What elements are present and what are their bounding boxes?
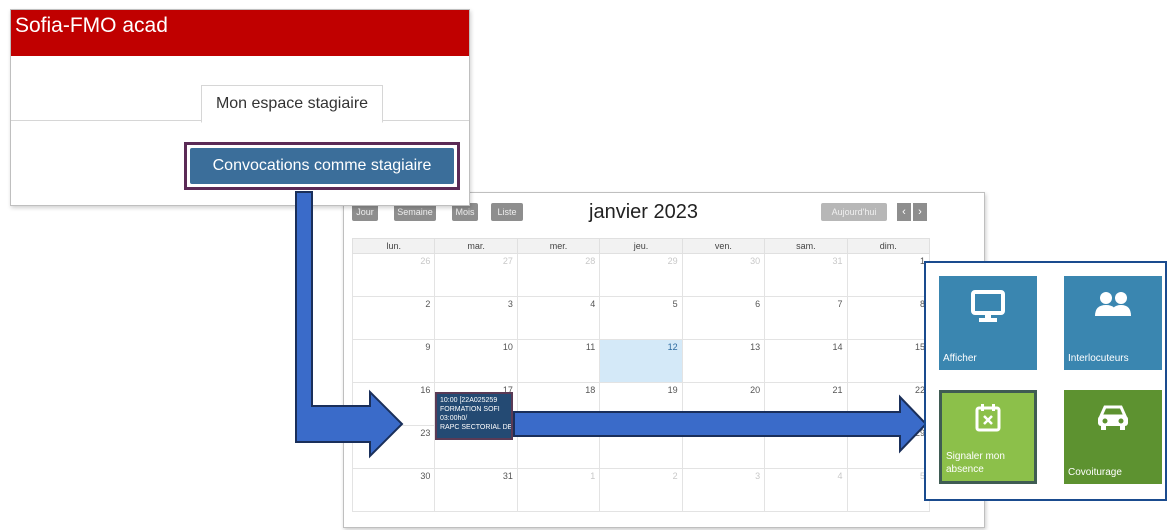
day-cell[interactable]: 31 — [764, 253, 848, 297]
day-cell[interactable]: 22 — [846, 382, 931, 426]
calendar-x-icon — [975, 404, 1001, 432]
day-cell[interactable]: 9 — [351, 339, 436, 383]
day-cell[interactable]: 29 — [599, 253, 683, 297]
day-cell[interactable]: 13 — [681, 339, 766, 383]
next-month-button[interactable]: › — [913, 203, 927, 221]
convocations-highlight: Convocations comme stagiaire — [184, 142, 460, 190]
event-line: 10:00 [22A025259 — [440, 397, 498, 404]
weekday-header: ven. — [681, 238, 766, 254]
day-cell[interactable]: 27 — [434, 253, 518, 297]
day-cell[interactable]: 21 — [764, 382, 848, 426]
car-icon — [1098, 405, 1128, 430]
event-actions-panel: Afficher Interlocuteurs Signaler mon abs… — [924, 261, 1167, 501]
day-cell[interactable]: 1 — [516, 468, 601, 512]
day-cell[interactable]: 2 — [351, 296, 436, 340]
day-cell[interactable]: 30 — [351, 468, 436, 512]
day-cell[interactable]: 23 — [351, 425, 436, 469]
day-cell-today[interactable]: 12 — [599, 339, 683, 383]
afficher-label: Afficher — [943, 353, 977, 364]
weekday-header: lun. — [351, 238, 436, 254]
day-cell[interactable]: 20 — [681, 382, 766, 426]
weekday-header: mer. — [516, 238, 601, 254]
interlocuteurs-tile[interactable]: Interlocuteurs — [1064, 276, 1162, 370]
weekday-header: dim. — [846, 238, 931, 254]
day-cell[interactable]: 30 — [681, 253, 766, 297]
event-line: 03:00h0/ — [440, 415, 468, 422]
app-title: Sofia-FMO acad — [15, 14, 168, 37]
week-row: 26 27 28 29 30 31 1 — [351, 253, 931, 297]
covoiturage-tile[interactable]: Covoiturage — [1064, 390, 1162, 484]
week-row: 9 10 11 12 13 14 15 — [351, 339, 931, 383]
day-cell[interactable]: 1 — [846, 253, 931, 297]
day-cell[interactable]: 15 — [846, 339, 931, 383]
afficher-tile[interactable]: Afficher — [939, 276, 1037, 370]
day-cell[interactable]: 18 — [516, 382, 601, 426]
signaler-absence-tile[interactable]: Signaler mon absence — [939, 390, 1037, 484]
day-cell[interactable]: 28 — [764, 425, 848, 469]
view-list-button[interactable]: Liste — [491, 203, 523, 221]
day-cell[interactable]: 26 — [599, 425, 683, 469]
prev-month-button[interactable]: ‹ — [897, 203, 911, 221]
month-grid: lun. mar. mer. jeu. ven. sam. dim. 26 27… — [351, 238, 931, 512]
day-cell[interactable]: 25 — [516, 425, 601, 469]
day-cell[interactable]: 5 — [599, 296, 683, 340]
day-cell[interactable]: 26 — [351, 253, 436, 297]
interlocuteurs-label: Interlocuteurs — [1068, 353, 1129, 364]
day-cell[interactable]: 7 — [764, 296, 848, 340]
weekday-header: mar. — [434, 238, 518, 254]
calendar-title: janvier 2023 — [589, 201, 698, 223]
calendar-event[interactable]: 10:00 [22A025259 FORMATION SOFI 03:00h0/… — [435, 392, 513, 440]
monitor-icon — [971, 290, 1005, 322]
day-cell[interactable]: 5 — [846, 468, 931, 512]
day-cell[interactable]: 8 — [846, 296, 931, 340]
users-icon — [1095, 292, 1131, 316]
day-cell[interactable]: 4 — [516, 296, 601, 340]
day-cell[interactable]: 3 — [434, 296, 518, 340]
day-cell[interactable]: 31 — [434, 468, 518, 512]
week-row: 2 3 4 5 6 7 8 — [351, 296, 931, 340]
day-cell[interactable]: 3 — [681, 468, 766, 512]
event-line: RAPC SECTORIAL DE — [440, 424, 513, 431]
event-line: FORMATION SOFI — [440, 406, 500, 413]
signaler-absence-label: Signaler mon absence — [946, 451, 1005, 475]
today-button[interactable]: Aujourd'hui — [821, 203, 887, 221]
day-cell[interactable]: 14 — [764, 339, 848, 383]
week-row: 30 31 1 2 3 4 5 — [351, 468, 931, 512]
day-cell[interactable]: 19 — [599, 382, 683, 426]
day-cell[interactable]: 27 — [681, 425, 766, 469]
covoiturage-label: Covoiturage — [1068, 467, 1122, 478]
day-cell[interactable]: 2 — [599, 468, 683, 512]
sofia-panel: Sofia-FMO acad Mon espace stagiaire Conv… — [10, 9, 470, 206]
calendar-panel: Jour Semaine Mois Liste janvier 2023 Auj… — [343, 192, 985, 528]
tab-mon-espace-stagiaire[interactable]: Mon espace stagiaire — [201, 85, 383, 123]
day-cell[interactable]: 11 — [516, 339, 601, 383]
weekday-header: jeu. — [599, 238, 683, 254]
day-cell[interactable]: 29 — [846, 425, 931, 469]
day-cell[interactable]: 10 — [434, 339, 518, 383]
day-cell[interactable]: 16 — [351, 382, 436, 426]
app-header: Sofia-FMO acad — [11, 10, 469, 56]
day-cell[interactable]: 28 — [516, 253, 601, 297]
day-cell[interactable]: 6 — [681, 296, 766, 340]
weekday-header: sam. — [764, 238, 848, 254]
day-cell[interactable]: 4 — [764, 468, 848, 512]
convocations-button[interactable]: Convocations comme stagiaire — [190, 148, 454, 184]
